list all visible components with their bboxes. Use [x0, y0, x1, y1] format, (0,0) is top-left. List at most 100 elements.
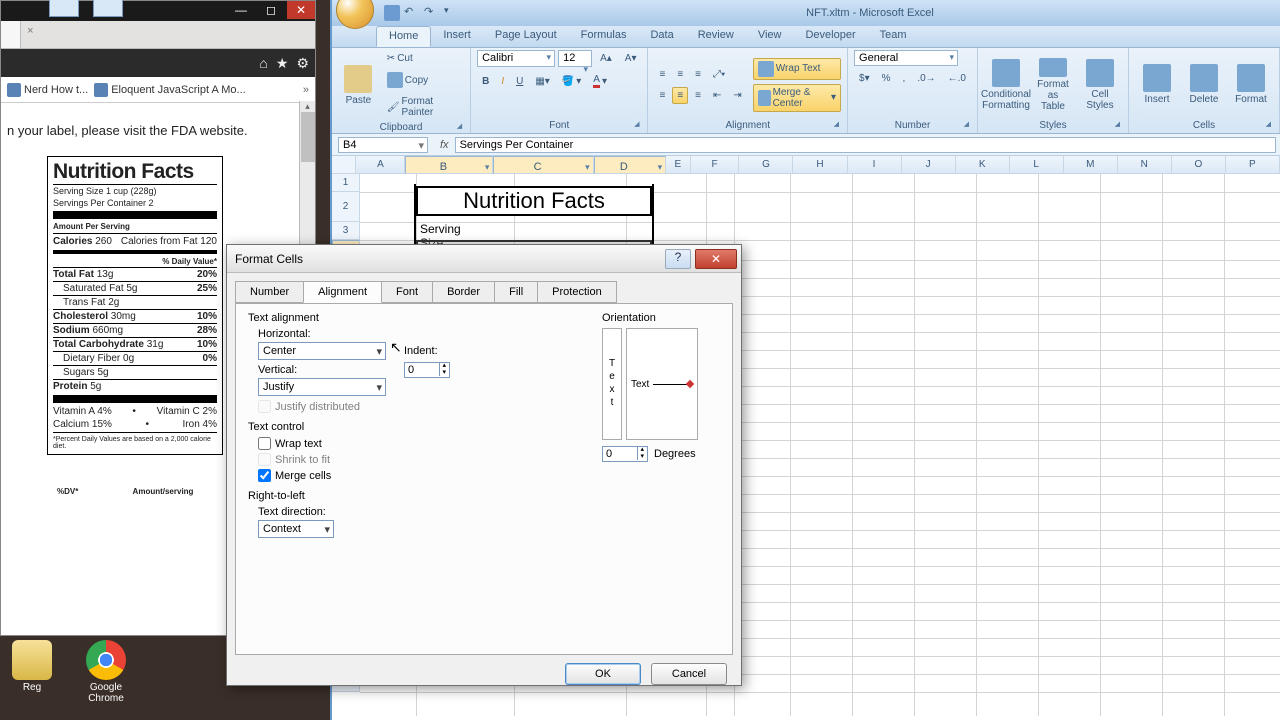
- cell-styles-button[interactable]: Cell Styles: [1078, 55, 1122, 115]
- dialog-close-button[interactable]: ✕: [695, 249, 737, 269]
- col-header-B[interactable]: B: [405, 156, 493, 174]
- format-painter-button[interactable]: 🖌Format Painter: [382, 93, 464, 121]
- font-color-button[interactable]: A▾: [588, 71, 612, 91]
- scroll-up-icon[interactable]: ▴: [300, 101, 315, 112]
- window-thumb[interactable]: [49, 0, 79, 17]
- underline-button[interactable]: U: [511, 71, 528, 91]
- conditional-formatting-button[interactable]: Conditional Formatting: [984, 55, 1028, 115]
- row-header-1[interactable]: 1: [332, 174, 360, 192]
- align-left-button[interactable]: ≡: [654, 87, 670, 104]
- ok-button[interactable]: OK: [565, 663, 641, 685]
- minimize-button[interactable]: —: [227, 1, 255, 19]
- col-header-I[interactable]: I: [848, 156, 902, 174]
- decrease-indent-button[interactable]: ⇤: [708, 87, 726, 104]
- degrees-spinner[interactable]: 0: [602, 446, 648, 462]
- delete-cells-button[interactable]: Delete: [1182, 55, 1226, 115]
- dialog-tab-number[interactable]: Number: [235, 281, 304, 303]
- ribbon-tab-home[interactable]: Home: [376, 26, 431, 47]
- name-box[interactable]: B4: [338, 137, 428, 153]
- ribbon-tab-data[interactable]: Data: [638, 26, 685, 47]
- office-button[interactable]: [336, 0, 374, 29]
- bookmarks-overflow-icon[interactable]: »: [303, 84, 309, 96]
- wrap-text-button[interactable]: Wrap Text: [753, 58, 841, 80]
- insert-cells-button[interactable]: Insert: [1135, 55, 1179, 115]
- shrink-font-button[interactable]: A▾: [620, 50, 642, 67]
- col-header-C[interactable]: C: [493, 156, 593, 174]
- formula-bar[interactable]: Servings Per Container: [455, 137, 1276, 153]
- format-cells-button[interactable]: Format: [1229, 55, 1273, 115]
- col-header-N[interactable]: N: [1118, 156, 1172, 174]
- number-format-select[interactable]: General: [854, 50, 958, 66]
- desktop-icon-chrome[interactable]: Google Chrome: [78, 640, 134, 716]
- indent-spinner[interactable]: 0: [404, 362, 450, 378]
- fx-icon[interactable]: fx: [440, 139, 449, 151]
- col-header-A[interactable]: A: [356, 156, 405, 174]
- col-header-J[interactable]: J: [902, 156, 956, 174]
- currency-button[interactable]: $▾: [854, 70, 875, 87]
- merge-center-button[interactable]: Merge & Center▾: [753, 84, 841, 112]
- home-icon[interactable]: ⌂: [259, 55, 267, 71]
- col-header-L[interactable]: L: [1010, 156, 1064, 174]
- bookmark-star-icon[interactable]: ★: [276, 55, 289, 72]
- comma-button[interactable]: ,: [898, 70, 911, 87]
- dialog-titlebar[interactable]: Format Cells ? ✕: [227, 245, 741, 273]
- align-top-button[interactable]: ≡: [654, 66, 670, 83]
- col-header-K[interactable]: K: [956, 156, 1010, 174]
- cut-button[interactable]: ✂Cut: [382, 50, 464, 67]
- bold-button[interactable]: B: [477, 71, 494, 91]
- decrease-decimal-button[interactable]: ←.0: [943, 70, 971, 87]
- paste-button[interactable]: Paste: [338, 56, 379, 116]
- dialog-tab-font[interactable]: Font: [381, 281, 433, 303]
- col-header-F[interactable]: F: [691, 156, 740, 174]
- col-header-E[interactable]: E: [666, 156, 690, 174]
- border-button[interactable]: ▦▾: [530, 71, 554, 91]
- qa-dropdown-icon[interactable]: ▾: [444, 5, 460, 21]
- increase-indent-button[interactable]: ⇥: [728, 87, 746, 104]
- ribbon-tab-view[interactable]: View: [746, 26, 794, 47]
- cancel-button[interactable]: Cancel: [651, 663, 727, 685]
- maximize-button[interactable]: ◻: [257, 1, 285, 19]
- dialog-tab-alignment[interactable]: Alignment: [303, 281, 382, 303]
- settings-gear-icon[interactable]: ⚙: [296, 55, 309, 72]
- dialog-tab-border[interactable]: Border: [432, 281, 495, 303]
- ribbon-tab-review[interactable]: Review: [686, 26, 746, 47]
- copy-button[interactable]: Copy: [382, 69, 464, 91]
- text-direction-combo[interactable]: Context: [258, 520, 334, 538]
- font-size-select[interactable]: 12: [558, 50, 592, 67]
- dialog-tab-fill[interactable]: Fill: [494, 281, 538, 303]
- col-header-G[interactable]: G: [739, 156, 793, 174]
- align-center-button[interactable]: ≡: [672, 87, 688, 104]
- increase-decimal-button[interactable]: .0→: [912, 70, 940, 87]
- ribbon-tab-team[interactable]: Team: [868, 26, 919, 47]
- orientation-vertical[interactable]: T e x t: [602, 328, 622, 440]
- scrollbar-thumb[interactable]: [301, 112, 315, 162]
- bookmark-item[interactable]: Nerd How t...: [7, 83, 88, 97]
- italic-button[interactable]: I: [496, 71, 509, 91]
- dialog-help-button[interactable]: ?: [665, 249, 691, 269]
- desktop-icon-reg[interactable]: Reg: [4, 640, 60, 716]
- redo-icon[interactable]: ↷: [424, 5, 440, 21]
- row-header-3[interactable]: 3: [332, 222, 360, 240]
- col-header-D[interactable]: D: [594, 156, 666, 174]
- col-header-P[interactable]: P: [1226, 156, 1280, 174]
- fill-color-button[interactable]: 🪣▾: [557, 71, 586, 91]
- orientation-dial[interactable]: Text: [626, 328, 698, 440]
- percent-button[interactable]: %: [877, 70, 896, 87]
- save-icon[interactable]: [384, 5, 400, 21]
- bookmark-item[interactable]: Eloquent JavaScript A Mo...: [94, 83, 246, 97]
- col-header-M[interactable]: M: [1064, 156, 1118, 174]
- grow-font-button[interactable]: A▴: [595, 50, 617, 67]
- format-as-table-button[interactable]: Format as Table: [1031, 55, 1075, 115]
- merge-cells-checkbox[interactable]: Merge cells: [258, 469, 720, 482]
- cell-b2-d2[interactable]: Nutrition Facts: [416, 186, 652, 216]
- ribbon-tab-formulas[interactable]: Formulas: [569, 26, 639, 47]
- align-right-button[interactable]: ≡: [690, 87, 706, 104]
- ribbon-tab-developer[interactable]: Developer: [793, 26, 867, 47]
- browser-tab[interactable]: [1, 21, 21, 48]
- tab-close-icon[interactable]: ×: [21, 21, 39, 48]
- col-header-O[interactable]: O: [1172, 156, 1226, 174]
- align-middle-button[interactable]: ≡: [672, 66, 688, 83]
- col-header-H[interactable]: H: [793, 156, 847, 174]
- vertical-combo[interactable]: Justify: [258, 378, 386, 396]
- window-thumb[interactable]: [93, 0, 123, 17]
